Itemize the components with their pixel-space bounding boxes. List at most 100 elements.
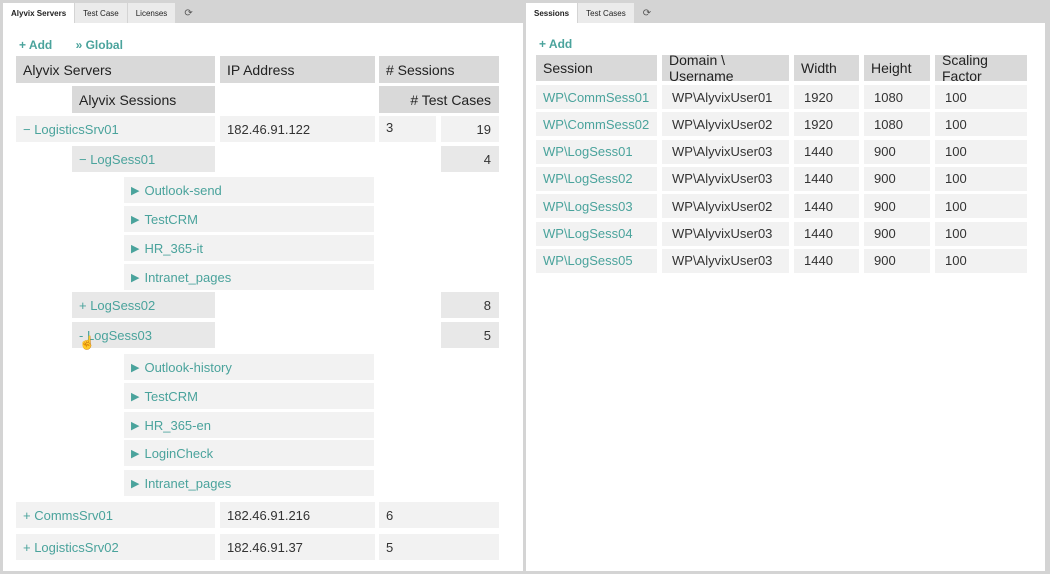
session-cell-scaling-factor: 100 [935, 85, 1027, 109]
session-cell-session[interactable]: WP\LogSess04 [536, 221, 657, 246]
session-cell-domain-username: WP\AlyvixUser02 [662, 194, 789, 219]
session-cell-scaling-factor: 100 [935, 166, 1027, 191]
test-case-row[interactable]: ▶ Intranet_pages [124, 264, 374, 290]
session-cell-width: 1440 [794, 221, 859, 246]
session-cell-width: 1440 [794, 139, 859, 164]
session-cell-scaling-factor: 100 [935, 112, 1027, 137]
session-cell-scaling-factor: 100 [935, 194, 1027, 219]
session-row-test-cases: 5 [441, 322, 499, 348]
sessions-panel: Sessions Test Cases ⟳ + Add Session Domai… [526, 3, 1045, 571]
test-case-row[interactable]: ▶ HR_365-en [124, 412, 374, 438]
header-alyvix-sessions: Alyvix Sessions [72, 86, 215, 113]
session-cell-height: 900 [864, 221, 930, 246]
hand-cursor-icon: ☝ [79, 335, 96, 350]
session-cell-domain-username: WP\AlyvixUser03 [662, 221, 789, 246]
server-row-ip: 182.46.91.37 [220, 534, 375, 560]
play-icon: ▶ [131, 213, 140, 226]
session-cell-height: 1080 [864, 85, 930, 109]
session-cell-scaling-factor: 100 [935, 248, 1027, 273]
server-row-sessions: 5 [379, 534, 499, 560]
play-icon: ▶ [131, 361, 140, 374]
session-row-name[interactable]: − LogSess01 [72, 146, 215, 172]
server-row-test-cases: 19 [441, 116, 499, 142]
session-cell-height: 900 [864, 194, 930, 219]
session-cell-scaling-factor: 100 [935, 221, 1027, 246]
test-case-row[interactable]: ▶ Outlook-history [124, 354, 374, 380]
tab-sessions[interactable]: Sessions [526, 3, 579, 23]
tab-licenses[interactable]: Licenses [127, 3, 177, 23]
tab-test-cases[interactable]: Test Cases [578, 3, 635, 23]
session-cell-scaling-factor: 100 [935, 139, 1027, 164]
app-frame: Alyvix Servers Test Case Licenses ⟳ + Ad… [0, 0, 1050, 574]
header-ip-address: IP Address [220, 56, 375, 83]
session-cell-height: 900 [864, 139, 930, 164]
test-case-row[interactable]: ▶ LoginCheck [124, 440, 374, 466]
session-cell-domain-username: WP\AlyvixUser03 [662, 166, 789, 191]
session-cell-session[interactable]: WP\LogSess03 [536, 194, 657, 219]
test-case-name: HR_365-en [144, 417, 211, 433]
play-icon: ▶ [131, 477, 140, 490]
test-case-row[interactable]: ▶ HR_365-it [124, 235, 374, 261]
play-icon: ▶ [131, 419, 140, 432]
test-case-row[interactable]: ▶ Intranet_pages [124, 470, 374, 496]
add-server-button[interactable]: + Add [19, 38, 52, 52]
header-domain-username: Domain \ Username [662, 52, 789, 84]
play-icon: ▶ [131, 271, 140, 284]
tab-test-case[interactable]: Test Case [75, 3, 128, 23]
session-cell-session[interactable]: WP\LogSess02 [536, 166, 657, 191]
session-cell-domain-username: WP\AlyvixUser02 [662, 112, 789, 137]
session-cell-height: 900 [864, 248, 930, 273]
server-row-name[interactable]: + LogisticsSrv02 [16, 534, 215, 560]
session-cell-session[interactable]: WP\LogSess05 [536, 248, 657, 273]
test-case-row[interactable]: ▶ TestCRM [124, 383, 374, 409]
test-case-name: Outlook-send [144, 182, 222, 198]
session-cell-domain-username: WP\AlyvixUser01 [662, 85, 789, 109]
test-case-name: Intranet_pages [144, 269, 232, 285]
session-cell-domain-username: WP\AlyvixUser03 [662, 248, 789, 273]
session-cell-width: 1920 [794, 85, 859, 109]
global-button[interactable]: » Global [76, 38, 123, 52]
play-icon: ▶ [131, 447, 140, 460]
session-cell-width: 1440 [794, 166, 859, 191]
session-cell-width: 1440 [794, 248, 859, 273]
session-cell-height: 900 [864, 166, 930, 191]
test-case-name: LoginCheck [144, 445, 214, 461]
test-case-name: TestCRM [144, 388, 198, 404]
play-icon: ▶ [131, 390, 140, 403]
session-cell-width: 1920 [794, 112, 859, 137]
session-cell-domain-username: WP\AlyvixUser03 [662, 139, 789, 164]
right-tab-bar: Sessions Test Cases ⟳ [526, 3, 1045, 23]
header-scaling-factor: Scaling Factor [935, 52, 1027, 84]
session-cell-width: 1440 [794, 194, 859, 219]
server-row-ip: 182.46.91.122 [220, 116, 375, 142]
session-row-name[interactable]: + LogSess02 [72, 292, 215, 318]
test-case-name: Intranet_pages [144, 475, 232, 491]
server-row-name[interactable]: + CommsSrv01 [16, 502, 215, 528]
header-alyvix-servers: Alyvix Servers [16, 56, 215, 83]
refresh-icon[interactable]: ⟳ [176, 3, 200, 23]
test-case-name: HR_365-it [144, 240, 203, 256]
session-row-test-cases: 4 [441, 146, 499, 172]
test-case-row[interactable]: ▶ TestCRM [124, 206, 374, 232]
test-case-name: TestCRM [144, 211, 198, 227]
refresh-icon[interactable]: ⟳ [635, 3, 659, 23]
session-row-test-cases: 8 [441, 292, 499, 318]
session-cell-session[interactable]: WP\CommSess02 [536, 112, 657, 137]
test-case-row[interactable]: ▶ Outlook-send [124, 177, 374, 203]
session-cell-session[interactable]: WP\CommSess01 [536, 85, 657, 109]
servers-content: + Add » Global Alyvix Servers IP Address… [3, 23, 523, 571]
play-icon: ▶ [131, 184, 140, 197]
header-sessions: # Sessions [379, 56, 499, 83]
play-icon: ▶ [131, 242, 140, 255]
add-session-button[interactable]: + Add [539, 37, 572, 51]
server-row-name[interactable]: − LogisticsSrv01 [16, 116, 215, 142]
header-session: Session [536, 55, 657, 81]
tab-alyvix-servers[interactable]: Alyvix Servers [3, 3, 76, 23]
right-actions: + Add [539, 37, 592, 51]
sessions-content: + Add Session Domain \ Username Width Heigh… [526, 23, 1045, 571]
left-actions: + Add » Global [19, 38, 143, 52]
session-cell-session[interactable]: WP\LogSess01 [536, 139, 657, 164]
header-height: Height [864, 55, 930, 81]
header-width: Width [794, 55, 859, 81]
server-row-sessions: 6 [379, 502, 499, 528]
